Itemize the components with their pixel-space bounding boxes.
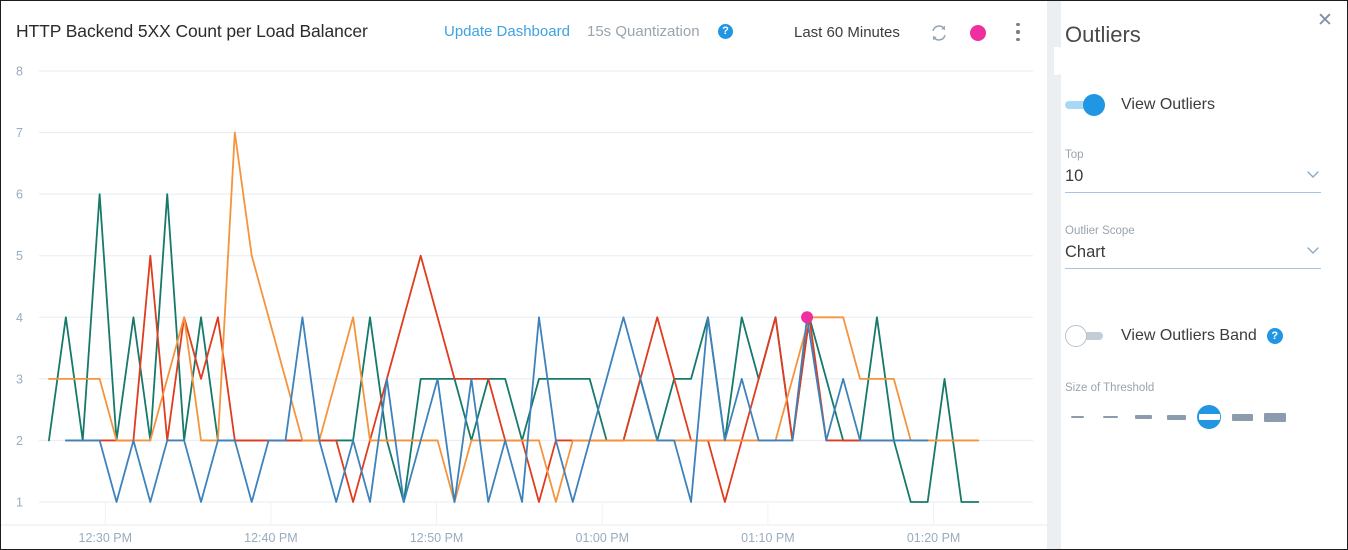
top-select-value: 10: [1065, 167, 1083, 185]
quantization-label: 15s Quantization: [587, 23, 700, 40]
x-axis-tick-label: 01:10 PM: [741, 531, 795, 545]
close-icon[interactable]: ✕: [1313, 9, 1337, 33]
toggle-knob: [1083, 94, 1105, 116]
outlier-indicator-dot[interactable]: [970, 25, 986, 41]
threshold-size-option-5[interactable]: [1197, 405, 1221, 429]
threshold-size-option-7[interactable]: [1263, 405, 1287, 429]
chevron-down-icon: [1307, 171, 1319, 178]
outlier-scope-value: Chart: [1065, 243, 1105, 261]
threshold-size-bar: [1167, 415, 1186, 420]
outlier-scope-select[interactable]: Chart: [1065, 243, 1321, 269]
view-outliers-row: View Outliers: [1065, 94, 1215, 116]
more-options-icon[interactable]: [1011, 22, 1025, 42]
x-axis-tick-label: 01:20 PM: [907, 531, 961, 545]
page-title: HTTP Backend 5XX Count per Load Balancer: [16, 21, 368, 42]
size-of-threshold-block: Size of Threshold: [1065, 382, 1321, 429]
line-chart-svg: 1 2 3 4 5 6 7 8 12:30 PM 12:40 PM 12:50 PM 01:00 PM…: [1, 59, 1049, 549]
y-axis-tick-label: 3: [16, 372, 23, 386]
threshold-size-bar: [1135, 415, 1152, 419]
outlier-scope-label: Outlier Scope: [1065, 225, 1321, 237]
chart-plot-area[interactable]: 1 2 3 4 5 6 7 8 12:30 PM 12:40 PM 12:50 PM 01:00 PM…: [1, 59, 1049, 549]
view-outliers-band-row: View Outliers Band ?: [1065, 325, 1283, 347]
threshold-size-bar: [1071, 416, 1084, 418]
update-dashboard-link[interactable]: Update Dashboard: [444, 23, 570, 40]
view-outliers-toggle[interactable]: [1065, 94, 1107, 116]
y-axis-tick-label: 2: [16, 434, 23, 448]
top-field-label: Top: [1065, 149, 1321, 161]
y-axis-tick-label: 1: [16, 496, 23, 510]
refresh-icon[interactable]: [929, 23, 949, 43]
threshold-size-option-2[interactable]: [1098, 405, 1122, 429]
chart-header: HTTP Backend 5XX Count per Load Balancer…: [1, 1, 1049, 59]
view-outliers-band-label: View Outliers Band: [1121, 327, 1257, 345]
help-icon[interactable]: ?: [718, 24, 733, 39]
x-axis-tick-label: 12:30 PM: [79, 531, 133, 545]
toggle-knob: [1065, 325, 1087, 347]
y-axis-tick-label: 5: [16, 249, 23, 263]
top-field: Top 10: [1065, 149, 1321, 193]
panel-divider: [1047, 1, 1061, 549]
y-axis-tick-label: 6: [16, 188, 23, 202]
threshold-size-bar: [1232, 414, 1253, 421]
threshold-size-bar: [1264, 413, 1286, 422]
threshold-size-bar: [1103, 416, 1118, 419]
time-range-selector[interactable]: Last 60 Minutes: [794, 24, 900, 41]
outlier-marker[interactable]: [801, 311, 813, 323]
panel-title: Outliers: [1065, 22, 1141, 48]
y-axis-tick-label: 7: [16, 126, 23, 140]
size-of-threshold-label: Size of Threshold: [1065, 382, 1321, 394]
x-axis-tick-label: 01:00 PM: [576, 531, 630, 545]
view-outliers-band-toggle[interactable]: [1065, 325, 1107, 347]
x-axis-tick-label: 12:40 PM: [244, 531, 298, 545]
top-select[interactable]: 10: [1065, 167, 1321, 193]
threshold-size-option-4[interactable]: [1164, 405, 1188, 429]
y-axis-tick-label: 8: [16, 65, 23, 79]
size-of-threshold-options[interactable]: [1065, 405, 1321, 429]
y-axis-tick-label: 4: [16, 311, 23, 325]
chevron-down-icon: [1307, 247, 1319, 254]
view-outliers-label: View Outliers: [1121, 96, 1215, 114]
threshold-size-option-3[interactable]: [1131, 405, 1155, 429]
dashboard-chart-window: HTTP Backend 5XX Count per Load Balancer…: [0, 0, 1348, 550]
threshold-size-option-1[interactable]: [1065, 405, 1089, 429]
outliers-panel: Outliers ✕ View Outliers Top 10 Outlier …: [1049, 1, 1347, 549]
threshold-size-bar: [1199, 414, 1220, 420]
threshold-size-option-6[interactable]: [1230, 405, 1254, 429]
x-axis-tick-label: 12:50 PM: [410, 531, 464, 545]
help-icon[interactable]: ?: [1267, 328, 1283, 344]
chart-panel: HTTP Backend 5XX Count per Load Balancer…: [1, 1, 1049, 549]
outlier-scope-field: Outlier Scope Chart: [1065, 225, 1321, 269]
